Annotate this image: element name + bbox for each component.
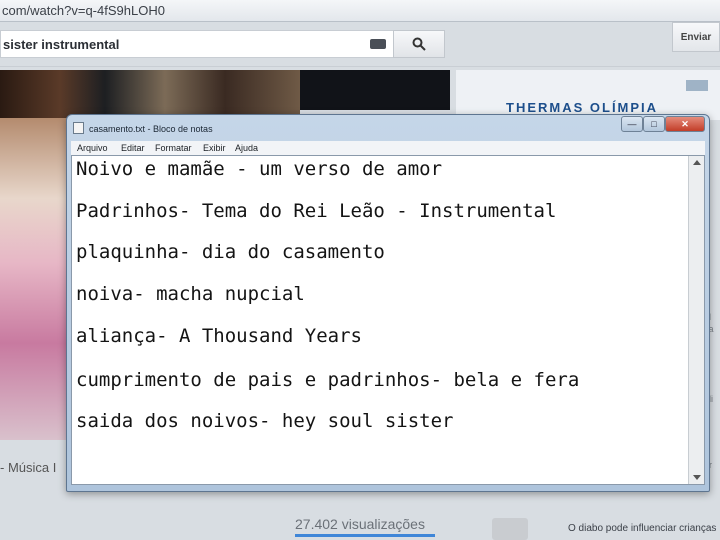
text-line: Padrinhos- Tema do Rei Leão - Instrument… (76, 200, 557, 222)
text-line: noiva- macha nupcial (76, 283, 305, 305)
scroll-down-icon[interactable] (693, 475, 701, 480)
video-player[interactable] (0, 70, 300, 118)
text-line: Noivo e mamãe - um verso de amor (76, 158, 443, 180)
menu-exibir[interactable]: Exibir (203, 143, 226, 153)
ad-title: THERMAS OLÍMPIA (506, 100, 659, 115)
search-button[interactable] (393, 30, 445, 58)
text-line: saida dos noivos- hey soul sister (76, 410, 454, 432)
url-text: com/watch?v=q-4fS9hLOH0 (2, 3, 165, 18)
text-line: plaquinha- dia do casamento (76, 241, 385, 263)
like-bar (295, 534, 435, 537)
scroll-up-icon[interactable] (693, 160, 701, 165)
text-editor[interactable]: Noivo e mamãe - um verso de amor Padrinh… (71, 155, 705, 485)
menu-formatar[interactable]: Formatar (155, 143, 192, 153)
video-player-dark (300, 70, 450, 110)
window-title: casamento.txt - Bloco de notas (89, 124, 213, 134)
text-line: cumprimento de pais e padrinhos- bela e … (76, 369, 580, 391)
menu-editar[interactable]: Editar (121, 143, 145, 153)
recommended-thumbnail[interactable] (492, 518, 528, 540)
video-thumbnail[interactable] (0, 118, 68, 440)
text-line: aliança- A Thousand Years (76, 325, 362, 347)
menu-ajuda[interactable]: Ajuda (235, 143, 258, 153)
video-caption[interactable]: - Música I (0, 460, 56, 475)
ad-badge (686, 80, 708, 91)
minimize-icon: — (627, 119, 637, 129)
vertical-scrollbar[interactable] (688, 156, 704, 484)
title-bar[interactable]: casamento.txt - Bloco de notas — □ ✕ (67, 115, 709, 139)
notepad-window: casamento.txt - Bloco de notas — □ ✕ Arq… (66, 114, 710, 492)
header-divider (0, 66, 720, 67)
keyboard-icon[interactable] (370, 39, 386, 49)
address-bar[interactable]: com/watch?v=q-4fS9hLOH0 (0, 0, 720, 22)
close-icon: ✕ (681, 118, 689, 129)
maximize-icon: □ (651, 119, 657, 129)
close-button[interactable]: ✕ (665, 116, 705, 132)
search-query: sister instrumental (3, 37, 120, 52)
recommended-title[interactable]: O diabo pode influenciar crianças (568, 523, 716, 534)
view-count: 27.402 visualizações (295, 516, 425, 532)
notepad-icon (73, 122, 84, 134)
menu-bar: Arquivo Editar Formatar Exibir Ajuda (71, 141, 705, 155)
maximize-button[interactable]: □ (643, 116, 665, 132)
search-icon (412, 37, 426, 51)
search-input[interactable]: sister instrumental (0, 30, 395, 58)
menu-arquivo[interactable]: Arquivo (77, 143, 108, 153)
minimize-button[interactable]: — (621, 116, 643, 132)
upload-button[interactable]: Enviar (672, 22, 720, 52)
